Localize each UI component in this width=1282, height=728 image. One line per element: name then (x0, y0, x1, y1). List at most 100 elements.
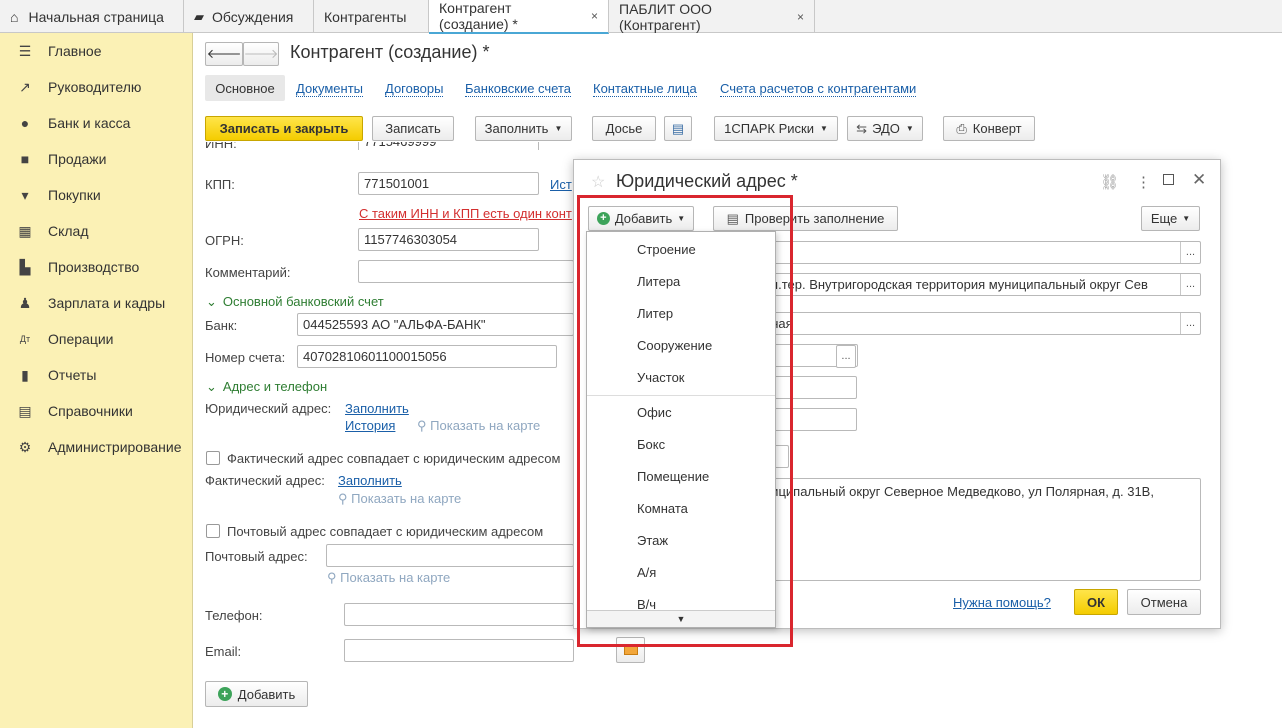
postal-address-label: Почтовый адрес: (205, 549, 308, 564)
tab-main[interactable]: Основное (205, 75, 285, 101)
address-field-3[interactable]: рная... (758, 312, 1201, 335)
sidebar-item-references[interactable]: ▤ Справочники (0, 393, 193, 429)
select-button[interactable]: ... (1180, 242, 1200, 263)
star-icon[interactable]: ☆ (591, 172, 605, 192)
address-field-2[interactable]: вн.тер. Внутригородская территория муниц… (758, 273, 1201, 296)
sidebar-item-warehouse[interactable]: ▦ Склад (0, 213, 193, 249)
fill-button-label: Заполнить (484, 121, 549, 136)
save-close-button[interactable]: Записать и закрыть (205, 116, 363, 141)
tab-documents[interactable]: Документы (296, 81, 364, 97)
tab-contacts[interactable]: Контактные лица (593, 81, 697, 97)
select-button[interactable]: ... (1180, 274, 1200, 295)
tab-pablit[interactable]: ПАБЛИТ ООО (Контрагент) × (609, 0, 815, 33)
envelope-button[interactable]: ⎙ Конверт (943, 116, 1035, 141)
link-icon[interactable]: ⛓ (1100, 173, 1119, 191)
chevron-down-icon: ▼ (1182, 214, 1191, 223)
legal-address-history-link[interactable]: История (345, 418, 395, 433)
actual-map-link[interactable]: ⚲ Показать на карте (338, 491, 461, 507)
help-link[interactable]: Нужна помощь? (953, 595, 1051, 610)
actual-address-fill-link[interactable]: Заполнить (338, 473, 402, 488)
bank-field[interactable]: 044525593 АО "АЛЬФА-БАНК" (297, 313, 574, 336)
duplicate-warning[interactable]: С таким ИНН и КПП есть один конт (359, 206, 572, 221)
legal-map-link[interactable]: ⚲ Показать на карте (417, 418, 540, 434)
sidebar-item-purchases[interactable]: ▾ Покупки (0, 177, 193, 213)
sidebar-item-production[interactable]: ▙ Производство (0, 249, 193, 285)
legal-address-fill-link[interactable]: Заполнить (345, 401, 409, 416)
close-icon[interactable]: ✕ (1192, 170, 1206, 190)
sidebar-item-bank[interactable]: ● Банк и касса (0, 105, 193, 141)
page-title: Контрагент (создание) * (290, 42, 490, 62)
sidebar-item-label: Отчеты (48, 367, 97, 383)
actual-same-checkbox[interactable] (206, 451, 220, 465)
map-pin-icon: ⚲ (338, 491, 348, 506)
comment-field[interactable] (358, 260, 574, 283)
postal-same-checkbox[interactable] (206, 524, 220, 538)
bank-group-header[interactable]: ⌄ Основной банковский счет (206, 294, 384, 310)
add-contact-button[interactable]: + Добавить (205, 681, 308, 707)
select-button[interactable]: ... (836, 345, 856, 368)
tab-pablit-label: ПАБЛИТ ООО (Контрагент) (619, 0, 712, 33)
ok-button[interactable]: ОК (1074, 589, 1118, 615)
email-field[interactable] (344, 639, 574, 662)
spark-button[interactable]: 1СПАРК Риски ▼ (714, 116, 838, 141)
sidebar-item-reports[interactable]: ▮ Отчеты (0, 357, 193, 393)
bank-group-title: Основной банковский счет (222, 294, 384, 309)
inn-label: ИНН: (205, 142, 237, 150)
save-button[interactable]: Записать (372, 116, 454, 141)
plus-circle-icon: + (217, 687, 232, 701)
cancel-button[interactable]: Отмена (1127, 589, 1201, 615)
ogrn-field[interactable]: 1157746303054 (358, 228, 539, 251)
postal-map-link[interactable]: ⚲ Показать на карте (327, 570, 450, 586)
address-textarea[interactable]: ниципальный округ Северное Медведково, у… (758, 478, 1201, 581)
more-button[interactable]: Еще ▼ (1141, 206, 1200, 231)
account-label: Номер счета: (205, 350, 286, 365)
postal-address-field[interactable] (326, 544, 574, 567)
kpp-field[interactable]: 771501001 (358, 172, 539, 195)
dialog-title: Юридический адрес * (616, 171, 798, 191)
dossier-button[interactable]: Досье (592, 116, 656, 141)
sidebar-item-main[interactable]: ☰ Главное (0, 33, 193, 69)
actual-same-label: Фактический адрес совпадает с юридически… (227, 451, 561, 466)
spark-button-label: 1СПАРК Риски (724, 121, 814, 136)
inn-field[interactable]: 7715469999 (358, 142, 539, 150)
tab-settlement-accounts[interactable]: Счета расчетов с контрагентами (720, 81, 917, 97)
sidebar-item-salary[interactable]: ♟ Зарплата и кадры (0, 285, 193, 321)
tab-counterparties[interactable]: Контрагенты (314, 0, 429, 33)
sidebar-item-label: Главное (48, 43, 102, 59)
sidebar-item-operations[interactable]: Дт Операции (0, 321, 193, 357)
sidebar-item-label: Продажи (48, 151, 107, 167)
report-button[interactable]: ▤ (664, 116, 692, 141)
tab-discussions[interactable]: ▰ Обсуждения (184, 0, 314, 33)
tab-contracts[interactable]: Договоры (385, 81, 444, 97)
history-link[interactable]: Ист (550, 177, 572, 192)
back-button[interactable]: 🡐 (205, 42, 243, 66)
tabs-bar: ⌂ Начальная страница ▰ Обсуждения Контра… (0, 0, 1282, 34)
sidebar-item-label: Зарплата и кадры (48, 295, 166, 311)
tab-home[interactable]: ⌂ Начальная страница (0, 0, 184, 33)
edo-button[interactable]: ⇆ ЭДО ▼ (847, 116, 923, 141)
sidebar-item-admin[interactable]: ⚙ Администрирование (0, 429, 193, 465)
more-vert-icon[interactable]: ⋮ (1136, 173, 1151, 191)
tab-bank-accounts[interactable]: Банковские счета (465, 81, 572, 97)
phone-field[interactable] (344, 603, 574, 626)
sidebar-item-sales[interactable]: ■ Продажи (0, 141, 193, 177)
sidebar-item-manager[interactable]: ↗ Руководителю (0, 69, 193, 105)
account-field[interactable]: 40702810601100015056 (297, 345, 557, 368)
close-icon[interactable]: × (797, 10, 804, 24)
postal-same-label: Почтовый адрес совпадает с юридическим а… (227, 524, 544, 539)
close-icon[interactable]: × (591, 9, 598, 23)
factory-icon: ▙ (19, 258, 31, 275)
arrow-right-icon: 🡒 (243, 46, 279, 61)
address-field-1[interactable]: я... (758, 241, 1201, 264)
select-button[interactable]: ... (1180, 313, 1200, 334)
chat-icon: ▰ (194, 8, 204, 24)
bar-chart-icon: ▮ (21, 366, 29, 383)
fill-button[interactable]: Заполнить ▼ (475, 116, 572, 141)
address-group-header[interactable]: ⌄ Адрес и телефон (206, 379, 327, 395)
tab-counterparty-create[interactable]: Контрагент (создание) * × (429, 0, 609, 34)
menu-icon: ☰ (18, 42, 32, 59)
maximize-icon[interactable] (1163, 174, 1174, 185)
actual-address-label: Фактический адрес: (205, 473, 325, 488)
cart-icon: ▾ (21, 186, 29, 203)
forward-button[interactable]: 🡒 (243, 42, 279, 66)
